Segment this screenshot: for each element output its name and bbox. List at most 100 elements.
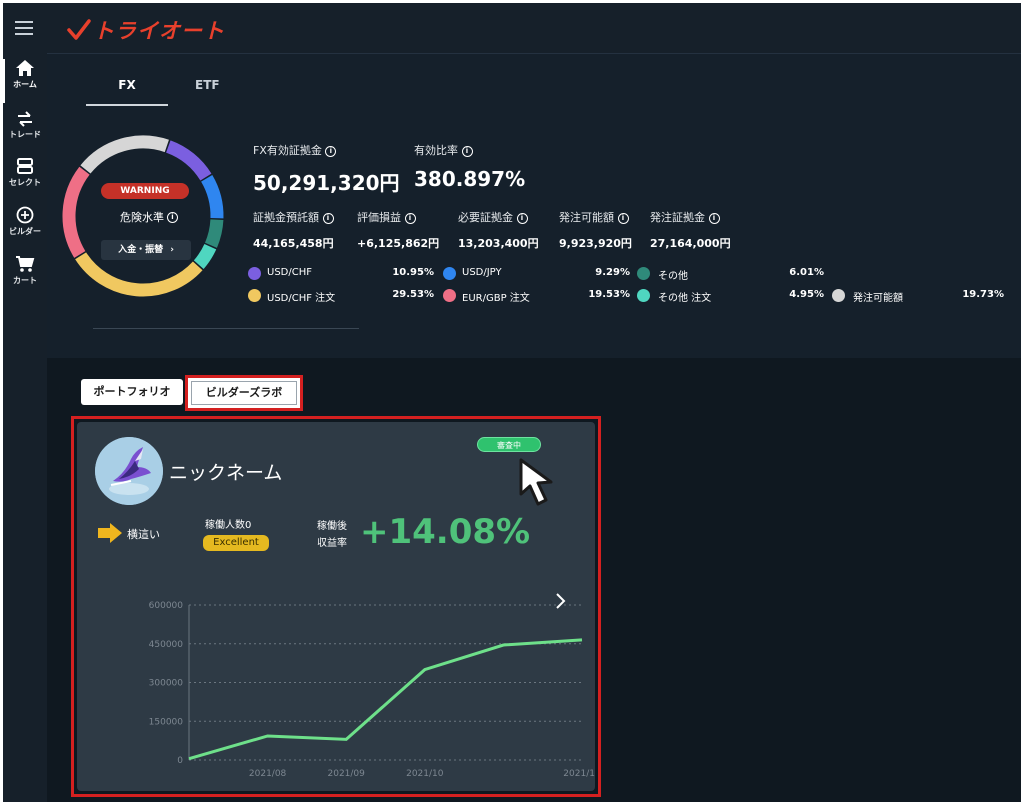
effective-ratio-label: 有効比率 i: [414, 142, 473, 158]
chevron-right-icon[interactable]: [553, 591, 569, 611]
legend-value: 6.01%: [789, 267, 824, 278]
hamburger-menu-icon[interactable]: [15, 21, 33, 35]
danger-level: 危険水準 i: [109, 209, 189, 225]
select-icon: [17, 158, 33, 174]
danger-level-label: 危険水準: [120, 211, 164, 224]
info-icon[interactable]: i: [461, 145, 473, 157]
info-icon[interactable]: i: [617, 212, 629, 224]
deposit-transfer-label: 入金・振替: [118, 245, 164, 255]
y-tick-label: 450000: [149, 640, 184, 650]
sidebar-item-cart[interactable]: カート: [3, 255, 47, 286]
builder-plus-icon: [16, 206, 34, 224]
donut-segment-eur-gbp-order: [62, 166, 90, 258]
y-tick-label: 0: [177, 756, 183, 766]
metric-label: 評価損益: [357, 211, 401, 224]
deposit-transfer-button[interactable]: 入金・振替 ›: [101, 240, 191, 260]
sidebar-item-label: カート: [13, 276, 37, 285]
legend-dot-available: [832, 289, 845, 302]
metric-order-margin-label: 発注証拠金 i: [650, 209, 720, 225]
logo-check-icon: [67, 19, 91, 40]
trade-arrows-icon: [18, 111, 32, 127]
sidebar-item-select[interactable]: セレクト: [3, 157, 47, 188]
effective-ratio-value: 380.897%: [414, 167, 526, 191]
donut-segment-usd-jpy: [200, 175, 224, 219]
legend-dot-usd-chf-order: [248, 289, 261, 302]
info-icon[interactable]: i: [167, 211, 178, 223]
legend-dot-other-order: [637, 289, 650, 302]
builder-card[interactable]: ニックネーム 審査中 横這い 稼働人数0 Excellent 稼働後 収益率 +…: [77, 422, 595, 791]
info-icon[interactable]: i: [404, 212, 416, 224]
return-label-line1: 稼働後: [317, 521, 347, 532]
trend-arrow-right-icon: [98, 523, 122, 543]
donut-segment-available: [80, 135, 169, 174]
logo-text: トライオート: [93, 19, 225, 43]
performance-line-chart: 600000 450000 300000 150000 0 2021/08 2021/09 2…: [149, 601, 595, 779]
y-tick-label: 150000: [149, 717, 184, 727]
metric-label: 発注可能額: [559, 211, 614, 224]
tab-fx[interactable]: FX: [86, 78, 168, 92]
sidebar-item-label: セレクト: [9, 178, 41, 187]
trend-label: 横這い: [127, 528, 160, 541]
legend-value: 4.95%: [789, 289, 824, 300]
legend-label: その他 注文: [658, 293, 712, 304]
mouse-cursor-icon: [519, 458, 553, 506]
tab-builder-lab[interactable]: ビルダーズラボ: [185, 375, 303, 411]
divider: [93, 328, 359, 329]
main-content: FX ETF WARNING 危険水準 i 入金・振替 › FX有効証拠金 i …: [47, 53, 1021, 802]
nickname: ニックネーム: [169, 462, 283, 484]
status-badge: 審査中: [477, 437, 541, 452]
info-icon[interactable]: i: [325, 145, 337, 157]
avatar[interactable]: [95, 437, 163, 505]
legend-dot-other: [637, 267, 650, 280]
donut-segment-usd-chf-order: [75, 252, 203, 297]
metric-label: 証拠金預託額: [253, 211, 319, 224]
series-line: [188, 638, 583, 761]
empty-pane: [607, 358, 1021, 802]
info-icon[interactable]: i: [322, 212, 334, 224]
donut-segment-other: [204, 219, 224, 248]
info-icon[interactable]: i: [708, 212, 720, 224]
legend-label: USD/CHF: [267, 267, 312, 278]
legend-label: その他: [658, 271, 688, 282]
metric-label: 必要証拠金: [458, 211, 513, 224]
legend-dot-usd-chf: [248, 267, 261, 280]
sidebar-item-trade[interactable]: トレード: [3, 111, 47, 140]
tab-etf[interactable]: ETF: [195, 78, 220, 92]
y-tick-label: 300000: [149, 679, 184, 689]
y-tick-label: 600000: [149, 601, 184, 611]
x-tick-label: 2021/12: [563, 769, 595, 779]
effective-margin-label-text: FX有効証拠金: [253, 144, 322, 157]
metric-deposit-label: 証拠金預託額 i: [253, 209, 334, 225]
top-bar: トライオート: [3, 3, 1021, 53]
x-tick-label: 2021/09: [328, 769, 366, 779]
donut-segment-usd-chf: [165, 140, 212, 181]
return-label-line2: 収益率: [317, 538, 347, 549]
rating-badge: Excellent: [203, 535, 269, 551]
return-value: +14.08%: [360, 512, 531, 552]
home-icon: [16, 60, 34, 76]
effective-margin-value: 50,291,320円: [253, 171, 400, 195]
legend-value: 19.53%: [588, 289, 630, 300]
tab-builder-lab-label: ビルダーズラボ: [191, 381, 297, 405]
tab-portfolio[interactable]: ポートフォリオ: [81, 379, 183, 405]
metric-deposit-value: 44,165,458円: [253, 237, 334, 250]
legend-value: 10.95%: [392, 267, 434, 278]
tab-active-underline: [86, 104, 168, 106]
warning-badge: WARNING: [101, 183, 189, 199]
brand-logo[interactable]: トライオート: [67, 15, 225, 45]
metric-label: 発注証拠金: [650, 211, 705, 224]
sidebar-item-builder[interactable]: ビルダー: [3, 206, 47, 237]
bird-avatar-image: [95, 437, 163, 505]
legend-dot-usd-jpy: [443, 267, 456, 280]
sidebar: ホーム トレード セレクト ビルダー カート: [3, 53, 47, 802]
donut-segment-other-order: [193, 243, 217, 269]
effective-margin-label: FX有効証拠金 i: [253, 142, 337, 158]
metric-pnl-value: +6,125,862円: [357, 237, 440, 250]
info-icon[interactable]: i: [516, 212, 528, 224]
sidebar-item-home[interactable]: ホーム: [3, 59, 47, 103]
sidebar-item-label: トレード: [9, 130, 41, 139]
sidebar-item-label: ビルダー: [9, 227, 41, 236]
fx-summary-panel: FX ETF WARNING 危険水準 i 入金・振替 › FX有効証拠金 i …: [47, 53, 1021, 358]
legend-label: EUR/GBP 注文: [462, 293, 530, 304]
cart-icon: [16, 256, 35, 272]
